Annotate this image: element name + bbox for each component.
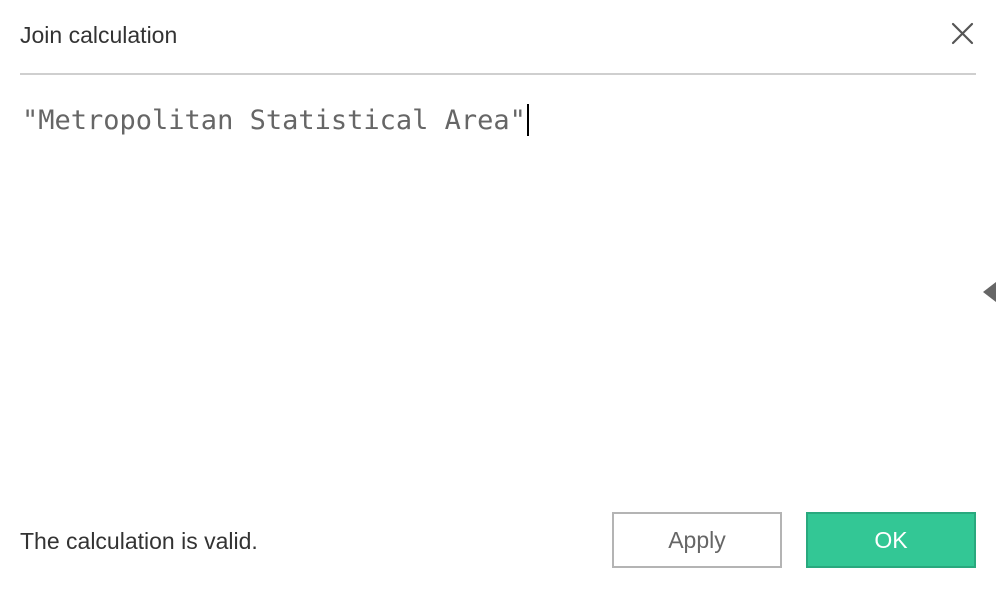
header-divider [20, 73, 976, 75]
text-caret [526, 104, 529, 136]
close-icon [951, 22, 974, 45]
validation-status: The calculation is valid. [20, 528, 258, 554]
apply-button[interactable]: Apply [612, 512, 782, 568]
formula-text: "Metropolitan Statistical Area" [22, 105, 526, 136]
triangle-left-icon [983, 282, 996, 302]
side-panel-toggle[interactable] [982, 282, 996, 302]
dialog-title: Join calculation [20, 22, 178, 48]
formula-line: "Metropolitan Statistical Area" [22, 104, 529, 138]
ok-button[interactable]: OK [806, 512, 976, 568]
close-button[interactable] [946, 18, 978, 50]
calculation-editor[interactable]: "Metropolitan Statistical Area" [20, 88, 960, 468]
join-calculation-dialog: Join calculation "Metropolitan Statistic… [0, 0, 996, 590]
